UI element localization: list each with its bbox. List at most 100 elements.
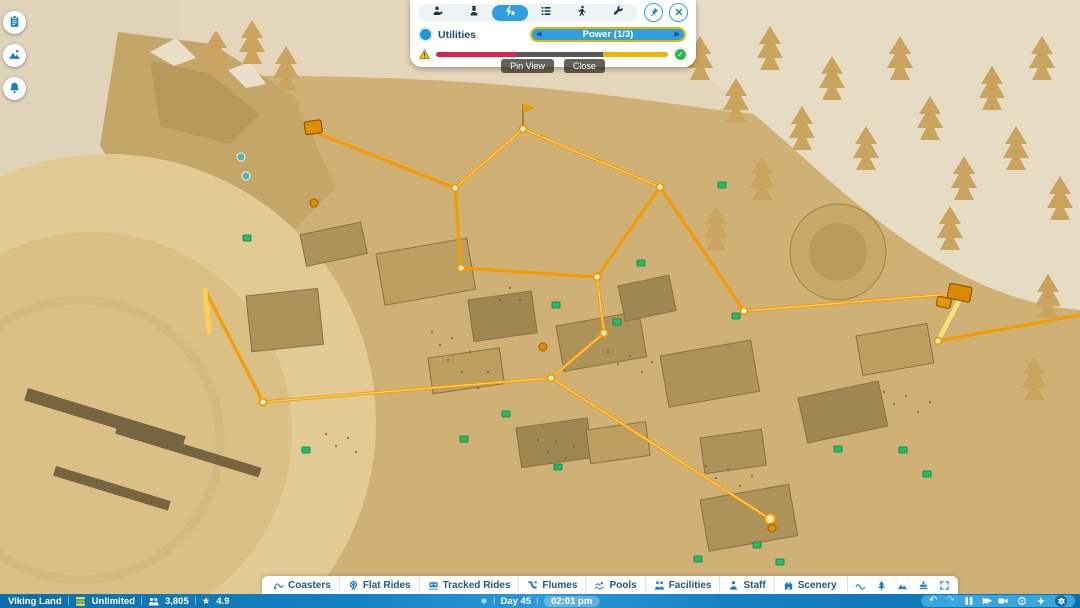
redo-button[interactable]: ↷ [946, 596, 954, 606]
expand-icon [939, 580, 950, 591]
status-left-group: Viking Land Unlimited 3,805 ★ 4.9 [8, 594, 229, 608]
toolbar-tab-scenery[interactable]: Scenery [774, 576, 845, 594]
panel-actions: Pin View Close [410, 59, 696, 73]
guest-walking-icon [576, 5, 588, 20]
tram-icon [428, 580, 439, 591]
heatmap-tint-overlay [0, 0, 1080, 608]
guests-icon [432, 5, 444, 20]
ride-queues-icon [540, 5, 552, 20]
selector-next-arrow-icon[interactable]: ▶ [674, 31, 681, 38]
selector-value: Power (1/3) [542, 29, 673, 40]
coaster-icon [273, 580, 284, 591]
rating-star-icon: ★ [202, 596, 211, 607]
utility-type-selector[interactable]: ◀ Power (1/3) ▶ [530, 27, 686, 42]
toolbar-tab-label: Flat Rides [363, 580, 411, 591]
effects-sparkle-icon [1036, 596, 1046, 606]
money-value[interactable]: Unlimited [92, 596, 135, 607]
toolbar-tab-label: Flumes [542, 580, 577, 591]
clock-time[interactable]: 02:01 pm [544, 596, 599, 607]
foliage-tool-button[interactable] [871, 576, 892, 594]
day-label: Day 45 [500, 596, 531, 607]
water-tool-button[interactable] [850, 576, 871, 594]
expand-toolbar-button[interactable] [934, 576, 955, 594]
park-name: Viking Land [8, 596, 62, 607]
terrain-tool-button[interactable] [892, 576, 913, 594]
undo-button[interactable]: ↶ [929, 596, 937, 606]
divider [68, 597, 69, 605]
utilities-dot-icon [420, 29, 431, 40]
lamp [768, 524, 776, 532]
facilities-icon [654, 580, 665, 591]
toolbar-tools-group [847, 576, 955, 594]
toolbar-tab-flat-rides[interactable]: Flat Rides [339, 576, 419, 594]
close-panel-button[interactable] [669, 3, 688, 22]
notifications-button[interactable] [3, 77, 26, 100]
blueprints-button[interactable] [913, 576, 934, 594]
orbit-camera-button[interactable] [1017, 596, 1027, 606]
park-management-button[interactable] [3, 44, 26, 67]
toolbar-tab-facilities[interactable]: Facilities [645, 576, 720, 594]
park-viewport[interactable] [0, 0, 1080, 608]
close-x-icon [674, 5, 684, 20]
flume-slide-icon [527, 580, 538, 591]
divider [537, 597, 538, 605]
left-sidebar [3, 11, 26, 110]
game-window: Utilities ◀ Power (1/3) ▶ ✓ Pin View Clo… [0, 0, 1080, 608]
guest-count-value[interactable]: 3,805 [165, 596, 189, 607]
tab-guest-thoughts[interactable] [564, 5, 600, 21]
status-bar: Viking Land Unlimited 3,805 ★ 4.9 ❄ Day … [0, 594, 1080, 608]
tab-utilities[interactable] [492, 5, 528, 21]
heatmap-category-row: Utilities ◀ Power (1/3) ▶ [418, 27, 688, 42]
mountains-icon [8, 48, 21, 64]
utilities-power-icon [504, 5, 516, 20]
ferris-wheel-icon [348, 580, 359, 591]
settings-button[interactable] [1055, 595, 1067, 607]
toolbar-tab-flumes[interactable]: Flumes [518, 576, 585, 594]
status-center-group: ❄ Day 45 02:01 pm [481, 594, 600, 608]
toolbar-tab-label: Tracked Rides [443, 580, 511, 591]
tree-icon [876, 580, 887, 591]
divider [493, 597, 494, 605]
tab-guests[interactable] [420, 5, 456, 21]
weather-snowflake-icon[interactable]: ❄ [481, 597, 488, 606]
gear-icon [1057, 597, 1066, 606]
toolbar-tab-pools[interactable]: Pools [585, 576, 644, 594]
pin-view-button[interactable]: Pin View [501, 59, 554, 73]
pause-icon [964, 596, 974, 606]
video-camera-icon [998, 596, 1008, 606]
heatmap-tab-strip [418, 4, 638, 22]
toolbar-tab-label: Scenery [798, 580, 837, 591]
fast-forward-button[interactable]: ▶▶ [983, 597, 989, 605]
compass-icon [1017, 596, 1027, 606]
toolbar-tab-label: Facilities [669, 580, 712, 591]
park-rating-value[interactable]: 4.9 [216, 596, 229, 607]
heatmap-tabs-row [418, 3, 688, 22]
guests-count-icon [148, 597, 159, 606]
money-icon [75, 597, 86, 606]
lamp [310, 199, 318, 207]
tab-rides[interactable] [528, 5, 564, 21]
effects-button[interactable] [1036, 596, 1046, 606]
tab-staff[interactable] [456, 5, 492, 21]
pin-panel-button[interactable] [644, 3, 663, 22]
tab-maintenance[interactable] [600, 5, 636, 21]
swimmer-icon [594, 580, 605, 591]
toolbar-tab-label: Staff [743, 580, 765, 591]
park-scene-svg [0, 0, 1080, 608]
heatmap-panel: Utilities ◀ Power (1/3) ▶ ✓ [410, 0, 696, 67]
water-wave-icon [855, 580, 866, 591]
camera-mode-button[interactable] [998, 596, 1008, 606]
toolbar-tab-label: Coasters [288, 580, 331, 591]
bell-icon [8, 81, 21, 97]
objectives-button[interactable] [3, 11, 26, 34]
heatmap-legend-gradient [436, 52, 668, 57]
toolbar-tab-coasters[interactable]: Coasters [265, 576, 339, 594]
selector-prev-arrow-icon[interactable]: ◀ [535, 31, 542, 38]
toolbar-tab-tracked-rides[interactable]: Tracked Rides [419, 576, 519, 594]
power-endpoint[interactable] [765, 514, 775, 524]
build-toolbar: Coasters Flat Rides Tracked Rides Flumes… [262, 576, 958, 594]
close-view-button[interactable]: Close [564, 59, 605, 73]
toolbar-tab-staff[interactable]: Staff [719, 576, 773, 594]
pause-button[interactable] [964, 596, 974, 606]
staff-person-icon [728, 580, 739, 591]
